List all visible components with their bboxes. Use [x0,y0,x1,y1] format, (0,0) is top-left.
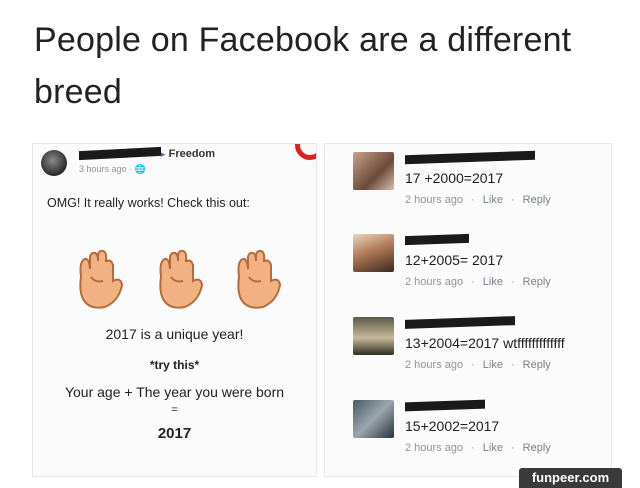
separator: · [510,359,515,371]
comment-item: 13+2004=2017 wtfffffffffffff 2 hours ago… [325,315,611,395]
avatar[interactable] [41,150,67,176]
like-link[interactable]: Like [483,359,503,371]
like-link[interactable]: Like [483,276,503,288]
comment-time[interactable]: 2 hours ago [405,442,463,454]
comment-item: 12+2005= 2017 2 hours ago · Like · Reply [325,232,611,312]
separator: · [471,194,475,206]
redacted-name [405,150,535,165]
comment-time[interactable]: 2 hours ago [405,276,463,288]
hand-emoji-row [71,247,281,311]
separator: · [471,442,475,454]
group-name[interactable]: ▸ Freedom [161,148,215,160]
post-line-formula: Your age + The year you were born [64,384,285,400]
reply-link[interactable]: Reply [523,359,551,371]
avatar[interactable] [353,152,394,190]
comment-meta: 2 hours ago · Like · Reply [405,276,551,288]
separator: · [510,442,515,454]
facebook-post: ▸ Freedom 3 hours ago · 🌐 OMG! It really… [32,143,317,477]
reply-link[interactable]: Reply [523,276,551,288]
separator: · [471,359,475,371]
redacted-name [405,233,469,246]
redacted-name [79,146,161,161]
comment-text: 13+2004=2017 wtfffffffffffff [405,335,565,351]
reply-link[interactable]: Reply [523,194,551,206]
comment-item: 17 +2000=2017 2 hours ago · Like · Reply [325,150,611,230]
post-line-unique-year: 2017 is a unique year! [105,326,244,342]
comment-text: 12+2005= 2017 [405,252,504,268]
avatar[interactable] [353,400,394,438]
comment-text: 17 +2000=2017 [405,170,504,186]
avatar[interactable] [353,234,394,272]
post-line-equals: = [171,404,178,416]
redacted-name [405,316,515,329]
comment-meta: 2 hours ago · Like · Reply [405,194,551,206]
raised-fist-emoji-icon [159,249,203,309]
like-link[interactable]: Like [483,442,503,454]
comment-meta: 2 hours ago · Like · Reply [405,442,551,454]
watermark: funpeer.com [519,468,622,488]
like-link[interactable]: Like [483,194,503,206]
comment-item: 15+2002=2017 2 hours ago · Like · Reply [325,398,611,476]
raised-fist-emoji-icon [79,249,123,309]
comments-panel: 17 +2000=2017 2 hours ago · Like · Reply 12+… [324,143,612,477]
flag-icon: ▸ [161,149,166,159]
avatar[interactable] [353,317,394,355]
comment-time[interactable]: 2 hours ago [405,194,463,206]
separator: · [510,194,515,206]
redacted-name [405,399,485,412]
comment-meta: 2 hours ago · Like · Reply [405,359,551,371]
separator: · [510,276,515,288]
post-timestamp[interactable]: 3 hours ago · 🌐 [79,164,146,175]
comment-time[interactable]: 2 hours ago [405,359,463,371]
raised-fist-emoji-icon [237,249,281,309]
post-line-result: 2017 [157,425,192,442]
meme-caption: People on Facebook are a different breed [34,21,572,111]
comment-text: 15+2002=2017 [405,418,500,434]
post-text: OMG! It really works! Check this out: [47,196,250,210]
reply-link[interactable]: Reply [523,442,551,454]
red-circle-mark [295,144,316,160]
post-line-try-this: *try this* [149,358,200,372]
separator: · [471,276,475,288]
